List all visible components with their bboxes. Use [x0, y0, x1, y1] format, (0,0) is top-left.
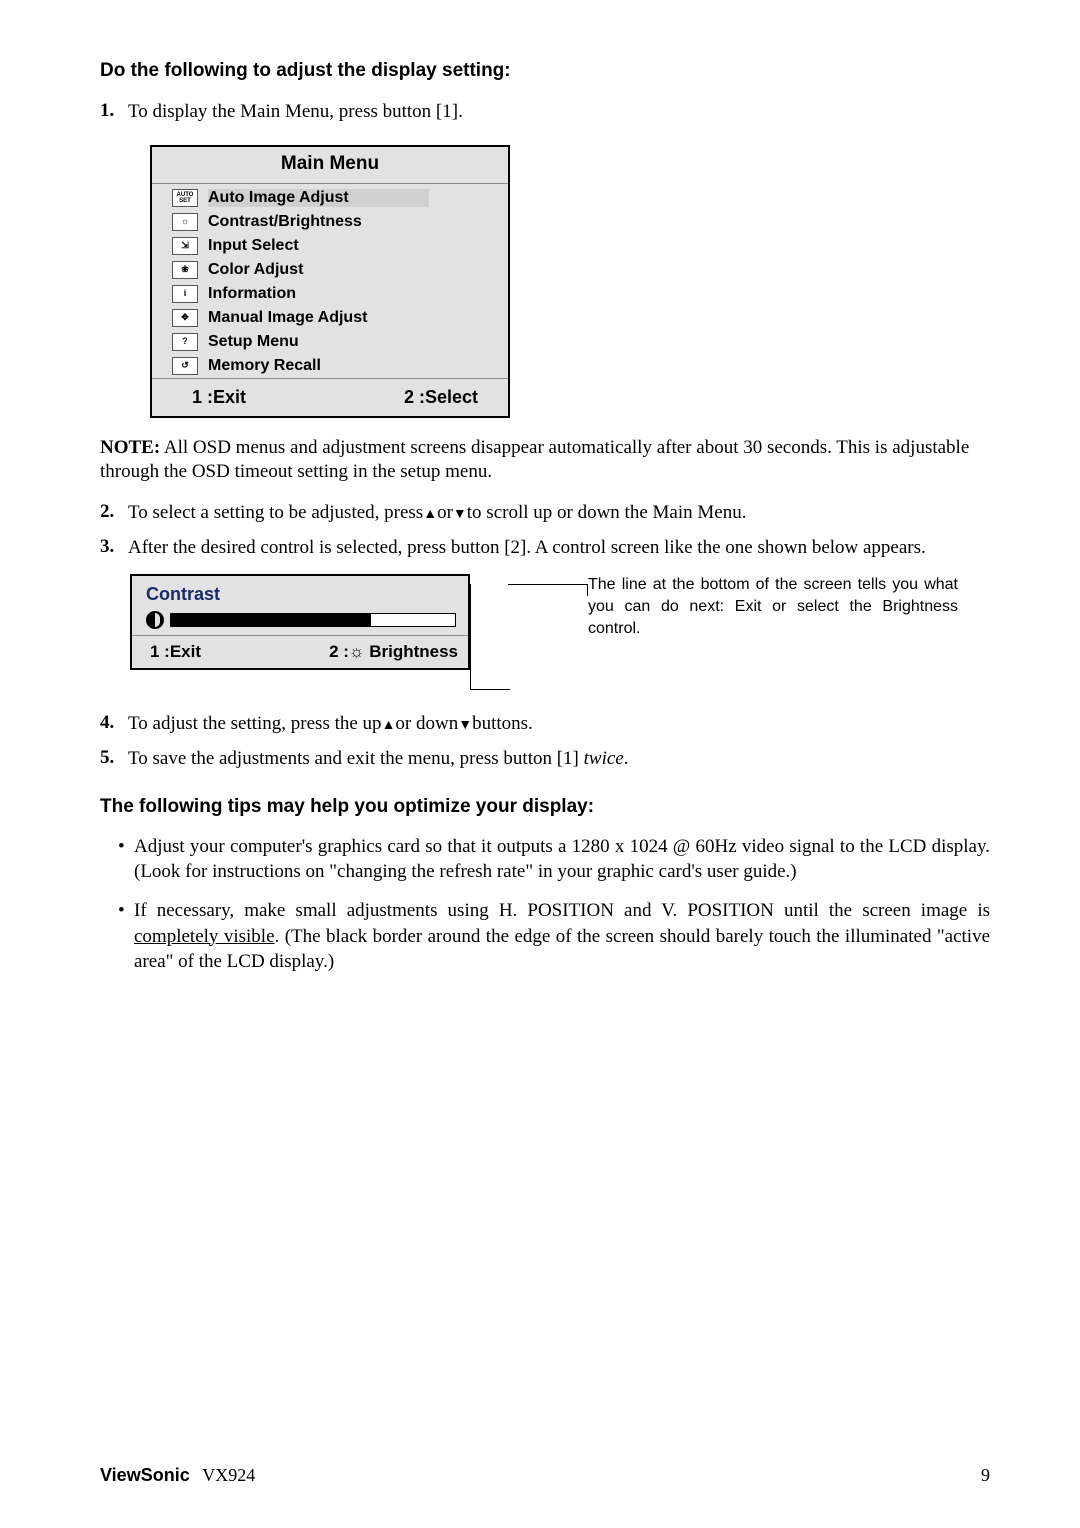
menu-item-label: Memory Recall [208, 357, 321, 375]
page-number: 9 [981, 1465, 990, 1486]
contrast-knob-icon [146, 611, 164, 629]
step-5: 5. To save the adjustments and exit the … [100, 747, 990, 772]
down-arrow-icon: ▼ [453, 507, 467, 522]
contrast-slider [146, 611, 456, 629]
contrast-footer: 1 :Exit 2 :☼ Brightness [132, 636, 468, 668]
up-arrow-icon: ▲ [382, 718, 396, 733]
bullet-icon: • [118, 834, 134, 885]
step-number: 4. [100, 712, 128, 737]
main-menu-osd: Main Menu AUTOSET Auto Image Adjust ☼ Co… [150, 145, 510, 418]
step-text: To save the adjustments and exit the men… [128, 747, 990, 772]
note-label: NOTE: [100, 437, 160, 458]
emphasized-text: twice [584, 748, 624, 769]
menu-item-label: Contrast/Brightness [208, 213, 362, 231]
page-footer: ViewSonic VX924 9 [100, 1465, 990, 1486]
contrast-brightness-option: 2 :☼ Brightness [329, 642, 458, 662]
question-icon: ? [172, 333, 198, 351]
contrast-figure: Contrast 1 :Exit 2 :☼ Brightness The lin… [130, 574, 990, 690]
callout-leader-line [508, 584, 588, 596]
text-fragment: To save the adjustments and exit the men… [128, 748, 584, 769]
main-menu-list: AUTOSET Auto Image Adjust ☼ Contrast/Bri… [152, 184, 508, 378]
recall-icon: ↺ [172, 357, 198, 375]
menu-item-color-adjust: ❀ Color Adjust [158, 258, 502, 282]
brightness-icon: ☼ [172, 213, 198, 231]
contrast-remaining [370, 613, 456, 627]
step-text: After the desired control is selected, p… [128, 536, 990, 561]
text-fragment: To select a setting to be adjusted, pres… [128, 502, 423, 523]
tip-item: • Adjust your computer's graphics card s… [118, 834, 990, 885]
auto-set-icon: AUTOSET [172, 189, 198, 207]
text-fragment: buttons. [472, 713, 533, 734]
callout-leader-line [470, 584, 510, 690]
color-icon: ❀ [172, 261, 198, 279]
footer-select: 2 :Select [404, 387, 478, 408]
text-fragment: If necessary, make small adjustments usi… [134, 900, 990, 921]
bullet-icon: • [118, 898, 134, 974]
step-text: To display the Main Menu, press button [… [128, 100, 990, 125]
step-4: 4. To adjust the setting, press the up▲o… [100, 712, 990, 737]
text-fragment: To adjust the setting, press the up [128, 713, 382, 734]
menu-item-label: Auto Image Adjust [208, 189, 429, 207]
tips-list: • Adjust your computer's graphics card s… [100, 834, 990, 974]
menu-item-setup-menu: ? Setup Menu [158, 330, 502, 354]
text-fragment: or down [395, 713, 458, 734]
step-text: To adjust the setting, press the up▲or d… [128, 712, 990, 737]
step-number: 2. [100, 501, 128, 526]
menu-item-label: Setup Menu [208, 333, 299, 351]
down-arrow-icon: ▼ [458, 718, 472, 733]
step-number: 1. [100, 100, 128, 125]
main-menu-footer: 1 :Exit 2 :Select [152, 378, 508, 416]
tip-item: • If necessary, make small adjustments u… [118, 898, 990, 974]
callout-text: The line at the bottom of the screen tel… [588, 574, 958, 639]
up-arrow-icon: ▲ [423, 507, 437, 522]
contrast-label: Contrast [146, 584, 456, 605]
menu-item-memory-recall: ↺ Memory Recall [158, 354, 502, 378]
tip-text: If necessary, make small adjustments usi… [134, 898, 990, 974]
step-2: 2. To select a setting to be adjusted, p… [100, 501, 990, 526]
note-paragraph: NOTE: All OSD menus and adjustment scree… [100, 436, 990, 485]
underlined-text: completely visible [134, 926, 275, 947]
manual-adjust-icon: ✥ [172, 309, 198, 327]
footer-left: ViewSonic VX924 [100, 1465, 255, 1486]
input-icon: ⇲ [172, 237, 198, 255]
contrast-fill [170, 613, 370, 627]
main-menu-title: Main Menu [152, 147, 508, 184]
contrast-osd: Contrast 1 :Exit 2 :☼ Brightness [130, 574, 470, 670]
text-fragment: or [437, 502, 453, 523]
section-heading: Do the following to adjust the display s… [100, 60, 990, 82]
step-3: 3. After the desired control is selected… [100, 536, 990, 561]
text-fragment: . [624, 748, 629, 769]
menu-item-label: Manual Image Adjust [208, 309, 367, 327]
menu-item-manual-image-adjust: ✥ Manual Image Adjust [158, 306, 502, 330]
step-1: 1. To display the Main Menu, press butto… [100, 100, 990, 125]
menu-item-label: Input Select [208, 237, 299, 255]
brand-name: ViewSonic [100, 1465, 190, 1485]
note-text: All OSD menus and adjustment screens dis… [100, 437, 969, 483]
contrast-exit: 1 :Exit [150, 642, 201, 662]
menu-item-input-select: ⇲ Input Select [158, 234, 502, 258]
menu-item-label: Color Adjust [208, 261, 303, 279]
tips-heading: The following tips may help you optimize… [100, 796, 990, 818]
model-name: VX924 [202, 1465, 255, 1485]
info-icon: i [172, 285, 198, 303]
contrast-track [170, 613, 456, 627]
menu-item-information: i Information [158, 282, 502, 306]
footer-exit: 1 :Exit [192, 387, 246, 408]
tip-text: Adjust your computer's graphics card so … [134, 834, 990, 885]
text-fragment: to scroll up or down the Main Menu. [467, 502, 747, 523]
contrast-top: Contrast [132, 576, 468, 636]
menu-item-contrast-brightness: ☼ Contrast/Brightness [158, 210, 502, 234]
step-number: 3. [100, 536, 128, 561]
menu-item-label: Information [208, 285, 296, 303]
step-number: 5. [100, 747, 128, 772]
menu-item-auto-image-adjust: AUTOSET Auto Image Adjust [158, 186, 502, 210]
step-text: To select a setting to be adjusted, pres… [128, 501, 990, 526]
